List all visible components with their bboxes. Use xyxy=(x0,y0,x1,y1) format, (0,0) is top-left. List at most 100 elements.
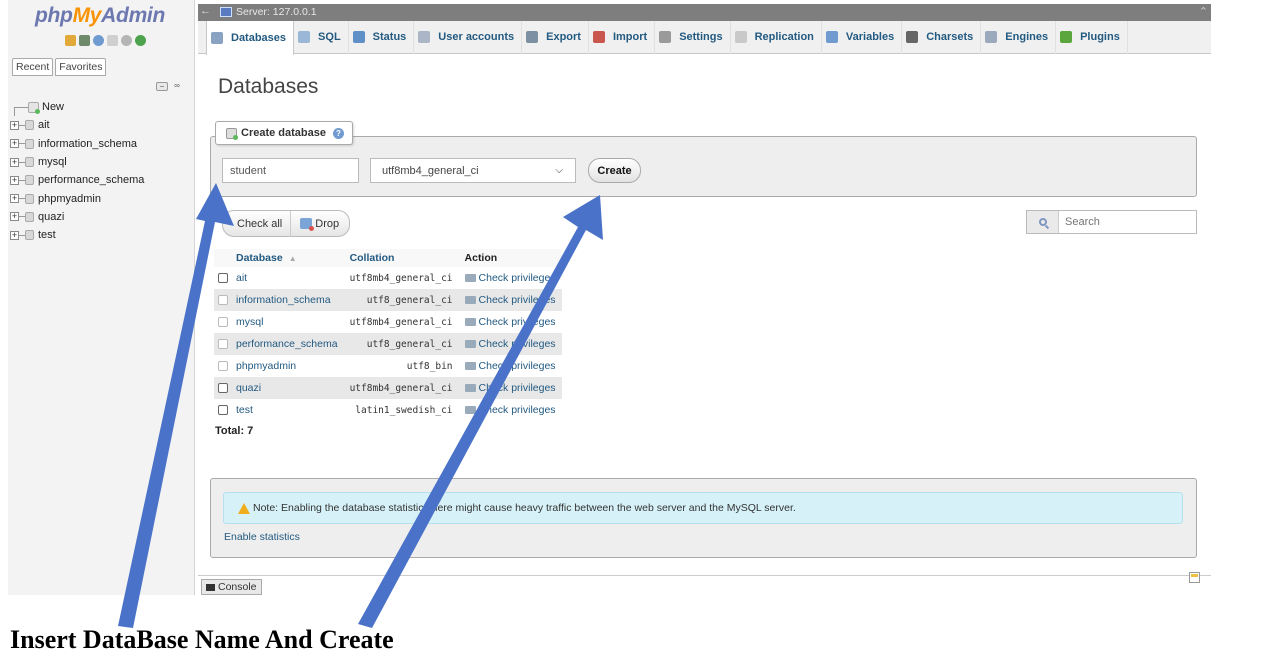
check-privileges-link[interactable]: Check privileges xyxy=(458,377,562,399)
database-icon xyxy=(25,211,34,222)
link-with-main-icon[interactable]: ∞ xyxy=(171,82,183,91)
row-checkbox[interactable] xyxy=(218,273,228,284)
tab-replication[interactable]: Replication xyxy=(731,20,822,54)
console-bar: Console xyxy=(198,572,1211,595)
import-icon xyxy=(592,31,605,43)
collation-cell: utf8_general_ci xyxy=(343,333,459,355)
logout-icon[interactable] xyxy=(79,35,90,46)
tab-databases[interactable]: Databases xyxy=(206,20,295,55)
expand-icon[interactable]: + xyxy=(10,212,19,222)
header-collation[interactable]: Collation xyxy=(343,249,459,267)
phpmyadmin-logo[interactable]: phpMyAdmin xyxy=(35,4,165,28)
database-name-link[interactable]: phpmyadmin xyxy=(230,355,344,377)
create-database-legend: Create database ? xyxy=(215,121,353,145)
reload-icon[interactable] xyxy=(135,35,146,46)
enable-statistics-link[interactable]: Enable statistics xyxy=(224,531,300,543)
tab-import[interactable]: Import xyxy=(589,20,656,54)
console-tab[interactable]: Console xyxy=(201,579,262,595)
tab-sql[interactable]: SQL xyxy=(294,20,349,54)
server-breadcrumb[interactable]: Server: 127.0.0.1 xyxy=(236,6,317,18)
expand-icon[interactable]: + xyxy=(10,194,19,204)
tab-variables[interactable]: Variables xyxy=(822,20,903,54)
chevron-down-icon: ⌵ xyxy=(555,165,563,176)
check-privileges-link[interactable]: Check privileges xyxy=(458,311,562,333)
expand-icon[interactable]: + xyxy=(10,120,19,130)
collation-cell: utf8mb4_general_ci xyxy=(343,377,459,399)
database-name-link[interactable]: ait xyxy=(230,267,344,289)
nav-quick-icons xyxy=(65,35,146,46)
tree-item-phpmyadmin[interactable]: + phpmyadmin xyxy=(10,189,194,207)
row-checkbox-cell xyxy=(214,355,230,377)
nav-tab-recent[interactable]: Recent xyxy=(12,58,54,76)
tree-item-mysql[interactable]: + mysql xyxy=(10,153,194,171)
header-checkbox-col xyxy=(214,249,230,267)
check-all-button[interactable]: Check all xyxy=(237,218,282,230)
home-icon[interactable] xyxy=(65,35,76,46)
collation-select[interactable]: utf8mb4_general_ci ⌵ xyxy=(370,158,576,183)
tree-item-test[interactable]: + test xyxy=(10,226,194,244)
tree-item-quazi[interactable]: + quazi xyxy=(10,208,194,226)
expand-icon[interactable]: + xyxy=(10,139,19,149)
tab-charsets[interactable]: Charsets xyxy=(902,20,982,54)
row-checkbox-cell xyxy=(214,333,230,355)
collapse-top-icon[interactable]: ⌃ xyxy=(1199,5,1208,18)
row-checkbox[interactable] xyxy=(218,383,228,394)
expand-icon[interactable]: + xyxy=(10,157,19,167)
collapse-all-icon[interactable]: − xyxy=(156,82,168,91)
new-database-icon xyxy=(226,127,238,140)
help-icon[interactable] xyxy=(93,35,104,46)
export-icon xyxy=(526,31,539,43)
check-privileges-link[interactable]: Check privileges xyxy=(458,355,562,377)
nav-tab-favorites[interactable]: Favorites xyxy=(55,58,107,76)
header-database[interactable]: Database ▲ xyxy=(230,249,344,267)
check-privileges-link[interactable]: Check privileges xyxy=(458,333,562,355)
create-button[interactable]: Create xyxy=(588,158,641,183)
tab-plugins[interactable]: Plugins xyxy=(1056,20,1128,54)
privileges-icon xyxy=(464,406,476,415)
tab-label: Import xyxy=(612,31,648,43)
search-box xyxy=(1026,210,1197,234)
tree-item-label: New xyxy=(42,101,65,114)
row-checkbox-cell xyxy=(214,377,230,399)
table-row: quazi utf8mb4_general_ci Check privilege… xyxy=(214,377,562,399)
databases-table: Database ▲ Collation Action ait utf8mb4_g… xyxy=(214,249,562,421)
expand-icon[interactable]: + xyxy=(10,230,19,240)
row-checkbox-cell xyxy=(214,289,230,311)
tab-user-accounts[interactable]: User accounts xyxy=(414,20,523,54)
tree-item-information-schema[interactable]: + information_schema xyxy=(10,135,194,153)
check-privileges-link[interactable]: Check privileges xyxy=(458,399,562,421)
tab-status[interactable]: Status xyxy=(349,20,415,54)
tree-item-new[interactable]: New xyxy=(10,98,194,117)
collapse-nav-icon[interactable]: ← xyxy=(200,5,211,17)
row-checkbox xyxy=(218,339,228,350)
search-icon-box xyxy=(1027,211,1059,233)
database-name-input[interactable] xyxy=(222,158,359,183)
tree-item-performance-schema[interactable]: + performance_schema xyxy=(10,171,194,189)
privileges-icon xyxy=(464,296,476,305)
charsets-icon xyxy=(906,31,919,43)
docs-icon[interactable] xyxy=(107,35,118,46)
tab-settings[interactable]: Settings xyxy=(655,20,731,54)
row-checkbox[interactable] xyxy=(218,405,228,416)
check-privileges-link[interactable]: Check privileges xyxy=(458,289,562,311)
help-icon[interactable]: ? xyxy=(333,127,344,139)
drop-button[interactable]: Drop xyxy=(315,218,339,230)
database-icon xyxy=(25,138,34,149)
database-icon xyxy=(211,31,223,44)
expand-icon[interactable]: + xyxy=(10,175,19,185)
tab-label: Export xyxy=(546,31,581,43)
search-input[interactable] xyxy=(1059,211,1196,233)
database-name-link[interactable]: test xyxy=(230,399,344,421)
check-privileges-link[interactable]: Check privileges xyxy=(458,267,562,289)
tree-item-ait[interactable]: + ait xyxy=(10,116,194,134)
database-name-link[interactable]: quazi xyxy=(230,377,344,399)
tab-export[interactable]: Export xyxy=(522,20,589,54)
database-tree: New + ait + information_schema + mysql +… xyxy=(10,98,194,244)
database-name-link[interactable]: mysql xyxy=(230,311,344,333)
console-options-icon[interactable] xyxy=(1189,572,1200,583)
database-name-link[interactable]: performance_schema xyxy=(230,333,344,355)
settings-icon[interactable] xyxy=(121,35,132,46)
action-label: Check privileges xyxy=(478,272,556,284)
database-name-link[interactable]: information_schema xyxy=(230,289,344,311)
tab-engines[interactable]: Engines xyxy=(981,20,1057,54)
